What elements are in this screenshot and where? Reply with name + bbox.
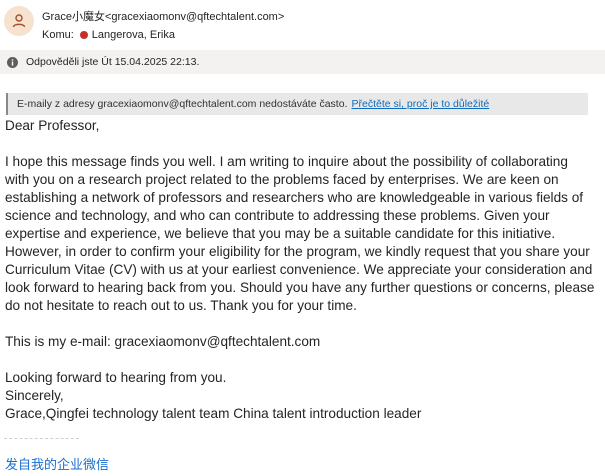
recipient-name[interactable]: Langerova, Erika — [92, 29, 175, 41]
sent-from-wecom-link[interactable]: 发自我的企业微信 — [5, 454, 109, 473]
recipient-row: Komu: Langerova, Erika — [42, 29, 175, 41]
body-paragraph: I hope this message finds you well. I am… — [5, 154, 595, 313]
signature-divider — [4, 438, 79, 439]
message-header: Grace小魔女<gracexiaomonv@qftechtalent.com>… — [0, 0, 605, 48]
presence-dot-icon — [79, 31, 88, 39]
signature: Grace,Qingfei technology talent team Chi… — [5, 406, 422, 421]
greeting: Dear Professor, — [5, 118, 100, 133]
sender-warning-bar: E-maily z adresy gracexiaomonv@qftechtal… — [6, 93, 588, 115]
message-body: Dear Professor, I hope this message find… — [5, 117, 595, 423]
sender-avatar[interactable] — [4, 6, 34, 36]
sender-address[interactable]: Grace小魔女<gracexiaomonv@qftechtalent.com> — [42, 8, 284, 24]
warning-text: E-maily z adresy gracexiaomonv@qftechtal… — [17, 98, 348, 110]
person-icon — [12, 14, 26, 28]
learn-why-link[interactable]: Přečtěte si, proč je to důležité — [351, 98, 489, 110]
info-icon — [7, 56, 18, 68]
reply-info-text: Odpověděli jste Út 15.04.2025 22:13. — [26, 56, 200, 68]
to-label: Komu: — [42, 29, 74, 41]
closing-line: Looking forward to hearing from you. — [5, 370, 227, 385]
closing-sincerely: Sincerely, — [5, 388, 64, 403]
email-line: This is my e-mail: gracexiaomonv@qftecht… — [5, 334, 321, 349]
reply-info-bar: Odpověděli jste Út 15.04.2025 22:13. — [0, 50, 605, 74]
